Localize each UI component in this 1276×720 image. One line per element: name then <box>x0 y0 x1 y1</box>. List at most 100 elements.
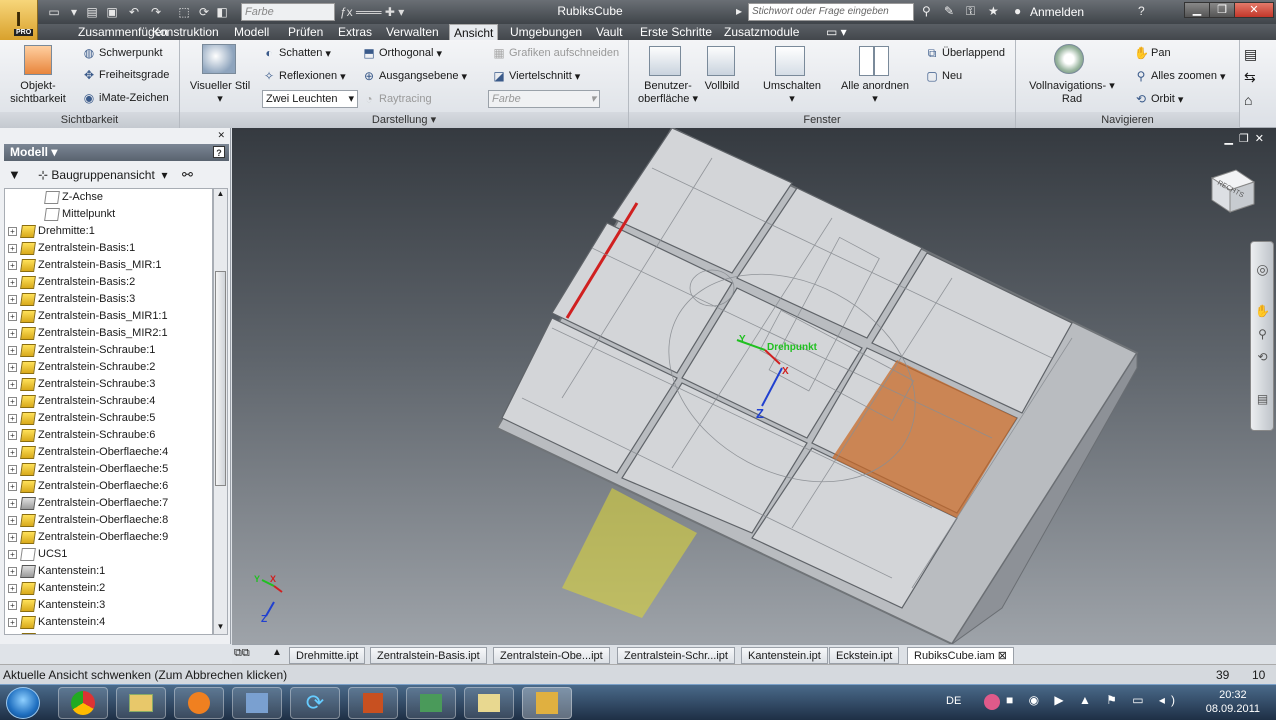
expand-icon[interactable]: + <box>8 261 17 270</box>
properties-icon[interactable]: ◧ <box>214 4 230 20</box>
graphics-viewport[interactable]: ▁❐✕ Drehpunkt Y X Z Y X Z RECHTS ◎ ✋ ⚲ ⟲… <box>232 128 1276 644</box>
tree-item[interactable]: + Zentralstein-Schraube:1 <box>5 342 155 359</box>
doctab-kantenstein[interactable]: Kantenstein.ipt <box>741 647 828 664</box>
open-icon[interactable]: ▾ <box>66 4 82 20</box>
taskbar-folder-icon[interactable] <box>464 687 514 719</box>
select-icon[interactable]: ⬚ <box>176 4 192 20</box>
tree-item[interactable]: + Kantenstein:1 <box>5 563 105 580</box>
user-icon[interactable]: ● <box>1014 4 1021 18</box>
tree-item[interactable]: Mittelpunkt <box>5 206 115 223</box>
lighting-dropdown[interactable]: Zwei Leuchten ▾ <box>262 90 358 108</box>
tree-item[interactable]: + Zentralstein-Oberflaeche:7 <box>5 495 168 512</box>
expand-icon[interactable]: + <box>8 601 17 610</box>
tab-list-icon[interactable]: ▲ <box>272 647 282 658</box>
update-icon[interactable]: ⟳ <box>196 4 212 20</box>
color-override-dropdown[interactable]: Farbe <box>241 3 335 21</box>
application-menu-button[interactable]: I PRO <box>0 0 38 40</box>
expand-icon[interactable]: + <box>8 465 17 474</box>
tab-pruefen[interactable]: Prüfen <box>284 24 327 40</box>
undo-icon[interactable]: ↶ <box>126 4 142 20</box>
tree-item[interactable]: + Kantenstein:2 <box>5 580 105 597</box>
tab-umgebungen[interactable]: Umgebungen <box>506 24 586 40</box>
look-at-icon[interactable]: ▤ <box>1244 46 1257 63</box>
expand-icon[interactable]: + <box>8 584 17 593</box>
tab-options-icon[interactable]: ▭ ▾ <box>822 24 851 40</box>
tree-item[interactable]: + Zentralstein-Oberflaeche:9 <box>5 529 168 546</box>
expand-icon[interactable]: + <box>8 278 17 287</box>
nav-pan-icon[interactable]: ✋ <box>1255 304 1270 319</box>
nav-look-at-icon[interactable]: ▤ <box>1255 392 1270 407</box>
browser-header[interactable]: Modell ▾? <box>4 144 229 161</box>
expand-icon[interactable]: + <box>8 414 17 423</box>
tree-item[interactable]: + Kantenstein:4 <box>5 614 105 631</box>
raytracing-button[interactable]: ◔ Raytracing <box>362 92 431 106</box>
ground-plane-dropdown[interactable]: ⊕ Ausgangsebene ▾ <box>362 69 467 83</box>
quarter-section-dropdown[interactable]: ◪ Viertelschnitt ▾ <box>492 69 580 83</box>
rubiks-cube-model[interactable] <box>232 128 1276 644</box>
doctab-zentralstein-oberflaeche[interactable]: Zentralstein-Obe...ipt <box>493 647 610 664</box>
tray-record-icon[interactable] <box>984 694 1000 710</box>
communication-icon[interactable]: ⚿ <box>966 4 975 19</box>
taskbar-refresh-icon[interactable]: ⟳ <box>290 687 340 719</box>
tree-item[interactable]: + Drehmitte:1 <box>5 223 95 240</box>
tab-zusatzmodule[interactable]: Zusatzmodule <box>720 24 803 40</box>
center-of-gravity-button[interactable]: ◍ Schwerpunkt <box>82 46 163 60</box>
slice-graphics-button[interactable]: ▦ Grafiken aufschneiden <box>492 46 619 60</box>
tree-item[interactable]: + Zentralstein-Basis_MIR1:1 <box>5 308 168 325</box>
tools-icon[interactable]: ✎ <box>944 4 954 18</box>
sign-in-link[interactable]: Anmelden <box>1030 5 1084 19</box>
orbit-dropdown[interactable]: ⟲ Orbit ▾ <box>1134 92 1183 106</box>
tree-item[interactable]: + Zentralstein-Schraube:3 <box>5 376 155 393</box>
tree-item[interactable]: + Zentralstein-Basis_MIR:1 <box>5 257 162 274</box>
browser-scrollbar[interactable]: ▲ ▼ <box>213 188 228 635</box>
tab-konstruktion[interactable]: Konstruktion <box>148 24 223 40</box>
expand-icon[interactable]: + <box>8 397 17 406</box>
tree-item[interactable]: + Zentralstein-Basis:2 <box>5 274 135 291</box>
degrees-of-freedom-button[interactable]: ✥ Freiheitsgrade <box>82 68 169 82</box>
expand-search-icon[interactable]: ▸ <box>736 4 742 18</box>
fullscreen-button[interactable]: Vollbild <box>699 80 745 93</box>
expand-icon[interactable]: + <box>8 499 17 508</box>
favorites-star-icon[interactable]: ★ <box>988 4 999 18</box>
doctab-zentralstein-basis[interactable]: Zentralstein-Basis.ipt <box>370 647 487 664</box>
tree-item[interactable]: + Zentralstein-Oberflaeche:6 <box>5 478 168 495</box>
maximize-button[interactable]: ❐ <box>1209 2 1235 18</box>
taskbar-clock[interactable]: 20:32 08.09.2011 <box>1206 688 1260 716</box>
orthographic-dropdown[interactable]: ⬒ Orthogonal ▾ <box>362 46 442 60</box>
expand-icon[interactable]: + <box>8 533 17 542</box>
binoculars-icon[interactable]: ⚲ <box>922 4 931 18</box>
taskbar-app-icon[interactable] <box>232 687 282 719</box>
visual-style-dropdown[interactable]: Visueller Stil ▾ <box>184 80 256 106</box>
tree-item[interactable]: + Zentralstein-Schraube:5 <box>5 410 155 427</box>
object-visibility-button[interactable]: Objekt-sichtbarkeit <box>6 80 70 106</box>
taskbar-network-icon[interactable] <box>406 687 456 719</box>
save-icon[interactable]: ▣ <box>104 4 120 20</box>
tab-verwalten[interactable]: Verwalten <box>382 24 443 40</box>
expand-icon[interactable]: + <box>8 567 17 576</box>
tray-icons[interactable]: ■ ◉ ▶ ▲ ⚑ ▭ ◂) <box>1006 693 1181 707</box>
browser-help-icon[interactable]: ? <box>213 146 225 158</box>
viewcube[interactable]: RECHTS <box>1204 168 1258 214</box>
nav-orbit-icon[interactable]: ⟲ <box>1255 350 1270 365</box>
tab-erste-schritte[interactable]: Erste Schritte <box>636 24 716 40</box>
expand-icon[interactable]: + <box>8 329 17 338</box>
browser-close-icon[interactable]: ✕ <box>0 130 231 140</box>
doctab-zentralstein-schraube[interactable]: Zentralstein-Schr...ipt <box>617 647 735 664</box>
expand-icon[interactable]: + <box>8 618 17 627</box>
pan-button[interactable]: ✋ Pan <box>1134 46 1171 60</box>
assembly-view-dropdown[interactable]: ⊹ Baugruppenansicht ▾ <box>38 164 168 186</box>
tree-item[interactable]: Z-Achse <box>5 189 103 206</box>
tree-item[interactable]: + Zentralstein-Schraube:4 <box>5 393 155 410</box>
imate-glyphs-button[interactable]: ◉ iMate-Zeichen <box>82 91 169 105</box>
find-binoculars-icon[interactable]: ⚯ <box>182 164 193 186</box>
reflections-dropdown[interactable]: ✧ Reflexionen ▾ <box>262 69 346 83</box>
shadows-dropdown[interactable]: ◐ Schatten ▾ <box>262 46 331 60</box>
expand-icon[interactable]: + <box>8 295 17 304</box>
full-navigation-wheel-dropdown[interactable]: Vollnavigations- ▾ Rad <box>1022 80 1122 106</box>
expand-icon[interactable]: + <box>8 482 17 491</box>
scroll-up-icon[interactable]: ▲ <box>214 189 227 201</box>
tree-item[interactable]: + Zentralstein-Schraube:2 <box>5 359 155 376</box>
doctab-rubikscube[interactable]: RubiksCube.iam ⊠ <box>907 647 1014 664</box>
tile-windows-icon[interactable]: ⧉⧉ <box>234 647 250 660</box>
taskbar-chrome-icon[interactable] <box>58 687 108 719</box>
